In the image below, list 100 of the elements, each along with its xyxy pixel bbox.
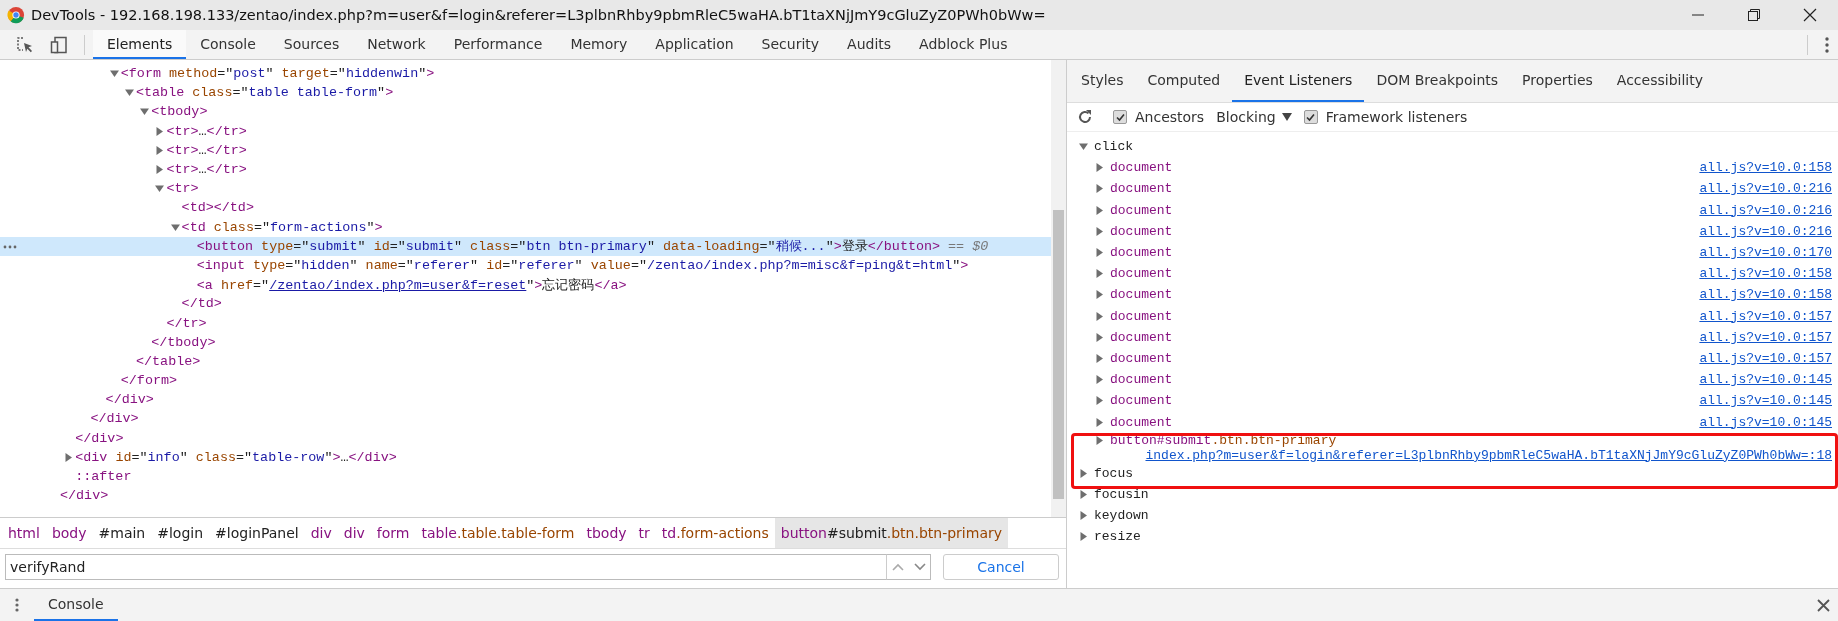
close-icon[interactable] [1803, 8, 1817, 22]
more-dots-icon[interactable] [3, 244, 17, 249]
source-link[interactable]: all.js?v=10.0:158 [1699, 287, 1832, 303]
source-link[interactable]: all.js?v=10.0:145 [1699, 372, 1832, 388]
collapsed-triangle-icon[interactable] [1095, 375, 1104, 385]
expanded-triangle-icon[interactable] [1079, 142, 1088, 152]
source-link[interactable]: all.js?v=10.0:157 [1699, 350, 1832, 366]
collapsed-triangle-icon[interactable] [1079, 468, 1088, 478]
scrollbar[interactable] [1051, 60, 1066, 517]
expanded-triangle-icon[interactable] [125, 88, 134, 98]
listener-node[interactable]: document [1110, 414, 1173, 430]
dom-row[interactable]: <button type="submit" id="submit" class="btn btn-primary" data-loading="稍候...">登录</button> == $0 [0, 236, 1051, 256]
source-link[interactable]: all.js?v=10.0:170 [1699, 245, 1832, 261]
listener-node[interactable]: document [1110, 329, 1173, 345]
collapsed-triangle-icon[interactable] [64, 452, 74, 462]
collapsed-triangle-icon[interactable] [1079, 489, 1088, 499]
sidebar-tab[interactable]: Computed [1135, 60, 1233, 102]
source-link[interactable]: all.js?v=10.0:157 [1699, 329, 1832, 345]
breadcrumb[interactable]: table.table.table-form [415, 518, 581, 548]
source-link[interactable]: all.js?v=10.0:145 [1699, 393, 1832, 409]
breadcrumb[interactable]: form [370, 518, 416, 548]
breadcrumb[interactable]: tr [632, 518, 656, 548]
collapsed-triangle-icon[interactable] [155, 145, 165, 155]
breadcrumb[interactable]: #main [92, 518, 152, 548]
panel-tab[interactable]: Elements [93, 30, 187, 59]
listener-node[interactable]: document [1110, 287, 1173, 303]
source-link[interactable]: index.php?m=user&f=login&referer=L3plbnRhby9pbmRleC5waHA.bT1taXNjJmY9cGluZyZ0PWh0bWw=:18 [1145, 447, 1832, 463]
listener-node[interactable]: document [1110, 160, 1173, 176]
expanded-triangle-icon[interactable] [109, 69, 119, 79]
event-name[interactable]: click [1094, 139, 1133, 155]
event-name[interactable]: keydown [1094, 508, 1149, 524]
collapsed-triangle-icon[interactable] [1095, 184, 1104, 194]
dom-row[interactable]: <input type="hidden" name="referer" id="referer" value="/zentao/index.php?m=misc&f=ping&t=html"> [0, 255, 1051, 276]
listener-node[interactable]: document [1110, 266, 1173, 282]
breadcrumb[interactable]: td.form-actions [655, 518, 775, 548]
source-link[interactable]: all.js?v=10.0:216 [1699, 181, 1832, 197]
expanded-triangle-icon[interactable] [140, 107, 150, 117]
source-link[interactable]: all.js?v=10.0:158 [1699, 266, 1832, 282]
listener-node[interactable]: document [1110, 308, 1173, 324]
collapsed-triangle-icon[interactable] [1095, 332, 1104, 342]
sidebar-tab[interactable]: Event Listeners [1232, 60, 1365, 102]
blocking-dropdown[interactable]: Blocking [1216, 109, 1292, 125]
collapsed-triangle-icon[interactable] [1095, 226, 1104, 236]
collapsed-triangle-icon[interactable] [1095, 290, 1104, 300]
collapsed-triangle-icon[interactable] [1079, 532, 1088, 542]
collapsed-triangle-icon[interactable] [1095, 311, 1104, 321]
breadcrumb[interactable]: div [304, 518, 338, 548]
listener-node[interactable]: document [1110, 181, 1173, 197]
collapsed-triangle-icon[interactable] [1095, 269, 1104, 279]
dom-row[interactable]: <a href="/zentao/index.php?m=user&f=reset">忘记密码</a> [0, 275, 1051, 295]
source-link[interactable]: all.js?v=10.0:145 [1699, 414, 1832, 430]
collapsed-triangle-icon[interactable] [155, 126, 165, 136]
breadcrumb[interactable]: div [337, 518, 371, 548]
panel-tab[interactable]: Performance [439, 30, 557, 59]
breadcrumb[interactable]: #login [151, 518, 210, 548]
panel-tab[interactable]: Console [186, 30, 270, 59]
listener-node[interactable]: document [1110, 223, 1173, 239]
sidebar-tab[interactable]: DOM Breakpoints [1364, 60, 1511, 102]
drawer-tab[interactable]: Console [34, 589, 118, 621]
collapsed-triangle-icon[interactable] [1095, 248, 1104, 258]
panel-tab[interactable]: Adblock Plus [905, 30, 1022, 59]
collapsed-triangle-icon[interactable] [1079, 511, 1088, 521]
breadcrumb[interactable]: #loginPanel [209, 518, 305, 548]
collapsed-triangle-icon[interactable] [1095, 205, 1104, 215]
cancel-button[interactable]: Cancel [943, 554, 1059, 580]
event-name[interactable]: focusin [1094, 486, 1149, 502]
breadcrumb[interactable]: tbody [580, 518, 633, 548]
maximize-icon[interactable] [1747, 8, 1761, 22]
listener-node[interactable]: button#submit.btn.btn-primary [1110, 432, 1337, 448]
event-name[interactable]: focus [1094, 465, 1133, 481]
breadcrumb[interactable]: button#submit.btn.btn-primary [774, 518, 1008, 548]
panel-tab[interactable]: Sources [269, 30, 354, 59]
sidebar-tab[interactable]: Styles [1069, 60, 1136, 102]
breadcrumb[interactable]: body [45, 518, 93, 548]
source-link[interactable]: all.js?v=10.0:157 [1699, 308, 1832, 324]
panel-tab[interactable]: Memory [556, 30, 642, 59]
source-link[interactable]: all.js?v=10.0:158 [1699, 160, 1832, 176]
collapsed-triangle-icon[interactable] [1095, 163, 1104, 173]
ancestors-checkbox[interactable]: Ancestors [1113, 109, 1205, 125]
sidebar-tab[interactable]: Properties [1510, 60, 1605, 102]
collapsed-triangle-icon[interactable] [1095, 353, 1104, 363]
panel-tab[interactable]: Application [641, 30, 748, 59]
listener-node[interactable]: document [1110, 372, 1173, 388]
listener-node[interactable]: document [1110, 245, 1173, 261]
expanded-triangle-icon[interactable] [170, 222, 180, 232]
sidebar-tab[interactable]: Accessibility [1604, 60, 1715, 102]
source-link[interactable]: all.js?v=10.0:216 [1699, 202, 1832, 218]
search-field[interactable]: verifyRand [5, 554, 887, 580]
breadcrumb[interactable]: html [2, 518, 46, 548]
panel-tab[interactable]: Security [747, 30, 834, 59]
panel-tab[interactable]: Network [353, 30, 440, 59]
listener-node[interactable]: document [1110, 202, 1173, 218]
expanded-triangle-icon[interactable] [155, 184, 165, 194]
checkbox[interactable] [1113, 110, 1127, 124]
listener-node[interactable]: document [1110, 393, 1173, 409]
panel-tab[interactable]: Audits [833, 30, 906, 59]
listener-node[interactable]: document [1110, 350, 1173, 366]
collapsed-triangle-icon[interactable] [1095, 396, 1104, 406]
event-name[interactable]: resize [1094, 529, 1141, 545]
checkbox[interactable] [1303, 110, 1318, 124]
